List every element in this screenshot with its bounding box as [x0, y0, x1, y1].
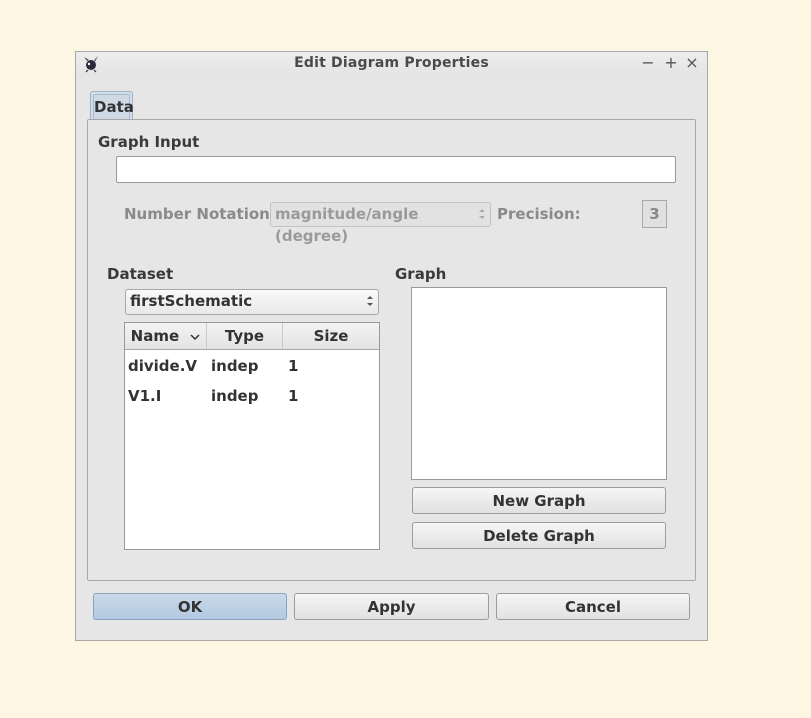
maximize-button[interactable]: +: [662, 53, 680, 73]
column-header-name[interactable]: Name: [125, 323, 207, 349]
apply-button[interactable]: Apply: [294, 593, 489, 620]
dataset-label: Dataset: [107, 265, 174, 283]
ok-button[interactable]: OK: [93, 593, 287, 620]
dataset-select[interactable]: firstSchematic: [125, 289, 379, 315]
minimize-button[interactable]: −: [639, 53, 657, 73]
precision-field[interactable]: 3: [642, 200, 667, 228]
title-bar[interactable]: Edit Diagram Properties − + ×: [76, 52, 707, 76]
cell-size: 1: [288, 387, 299, 405]
cancel-button[interactable]: Cancel: [496, 593, 690, 620]
dataset-table[interactable]: Name Type Size divide.V indep 1 V1.I ind…: [124, 322, 380, 550]
number-notation-select[interactable]: magnitude/angle (degree): [270, 202, 491, 245]
graph-list[interactable]: [411, 287, 667, 480]
chevron-down-icon: [190, 333, 200, 340]
cell-name: divide.V: [128, 357, 198, 375]
table-row[interactable]: divide.V indep 1: [125, 351, 379, 381]
close-button[interactable]: ×: [683, 53, 701, 73]
graph-label: Graph: [395, 265, 447, 283]
column-header-type[interactable]: Type: [207, 323, 283, 349]
number-notation-label: Number Notation:: [124, 205, 276, 223]
column-header-name-label: Name: [130, 327, 180, 345]
dataset-select-value: firstSchematic: [130, 292, 253, 310]
updown-arrows-icon: [479, 209, 485, 219]
column-header-size[interactable]: Size: [283, 323, 379, 349]
cell-name: V1.I: [128, 387, 162, 405]
table-row[interactable]: V1.I indep 1: [125, 381, 379, 411]
graph-input-label: Graph Input: [98, 133, 200, 151]
updown-arrows-icon: [367, 296, 373, 306]
tab-data[interactable]: Data: [90, 91, 134, 119]
cell-type: indep: [211, 357, 259, 375]
new-graph-button[interactable]: New Graph: [412, 487, 666, 514]
precision-label: Precision:: [497, 205, 581, 223]
cell-size: 1: [288, 357, 299, 375]
delete-graph-button[interactable]: Delete Graph: [412, 522, 666, 549]
graph-input-field[interactable]: [116, 156, 676, 183]
table-header: Name Type Size: [125, 323, 379, 350]
window-title: Edit Diagram Properties: [294, 55, 489, 71]
cell-type: indep: [211, 387, 259, 405]
dialog-window: Edit Diagram Properties − + × Data Graph…: [75, 51, 708, 641]
tab-data-label: Data: [93, 94, 134, 119]
